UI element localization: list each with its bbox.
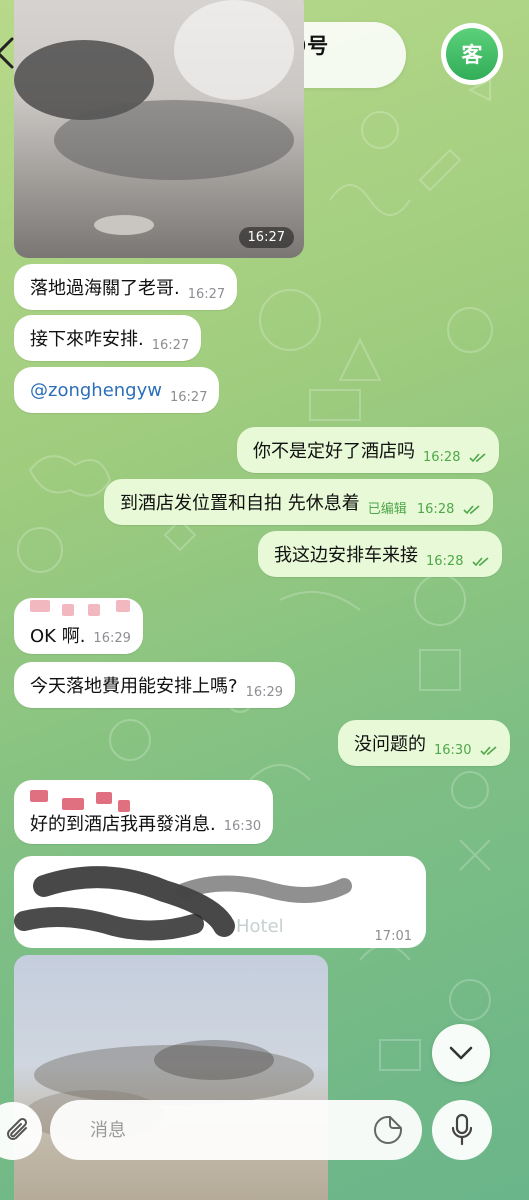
avatar-initial: 客 — [446, 28, 498, 80]
message-text: 接下來咋安排. — [30, 329, 144, 350]
photo-message[interactable] — [14, 955, 328, 1200]
double-check-icon — [469, 452, 486, 462]
message-text: 落地過海關了老哥. — [30, 278, 180, 299]
message-time: 16:27 — [151, 338, 190, 353]
message-input[interactable] — [90, 1118, 350, 1142]
message-time: 16:30 — [223, 819, 262, 834]
mic-icon — [451, 1113, 473, 1146]
message-incoming[interactable]: 今天落地費用能安排上嗎? 16:29 — [14, 662, 296, 708]
double-check-icon — [472, 556, 489, 566]
message-incoming[interactable]: 落地過海關了老哥. 16:27 — [14, 264, 238, 310]
message-time: 16:29 — [93, 631, 131, 646]
message-text: 好的到酒店我再發消息. — [30, 814, 216, 835]
message-text: Hotel — [236, 916, 284, 937]
message-text: 到酒店发位置和自拍 先休息着 — [120, 493, 360, 514]
message-time: 16:28 — [416, 502, 455, 517]
edited-label: 已编辑 — [367, 502, 407, 517]
message-time: 16:28 — [426, 554, 464, 569]
message-time: 17:01 — [374, 929, 412, 944]
photo-redaction — [14, 0, 294, 235]
group-avatar[interactable]: 客 — [441, 23, 503, 85]
message-incoming[interactable]: 接下來咋安排. 16:27 — [14, 315, 202, 361]
message-incoming[interactable]: @zonghengyw 16:27 — [14, 367, 220, 413]
chevron-down-icon — [449, 1046, 473, 1060]
scroll-to-bottom-button[interactable] — [432, 1024, 490, 1082]
message-incoming[interactable]: 好的到酒店我再發消息. 16:30 — [14, 780, 274, 844]
message-outgoing[interactable]: 没问题的 16:30 — [338, 720, 510, 766]
photo-redaction — [24, 1040, 314, 1140]
message-outgoing[interactable]: 我这边安排车来接 16:28 — [258, 531, 502, 577]
message-text: 你不是定好了酒店吗 — [253, 441, 415, 462]
photo-message[interactable]: 16:27 — [14, 0, 304, 258]
message-redaction — [14, 866, 352, 941]
message-text: 没问题的 — [354, 734, 426, 755]
mention-link[interactable]: @zonghengyw — [30, 380, 162, 401]
message-time: 16:27 — [170, 390, 208, 405]
message-outgoing[interactable]: 到酒店发位置和自拍 先休息着 已编辑 16:28 — [104, 479, 493, 525]
message-time: 16:28 — [423, 450, 461, 465]
voice-message-button[interactable] — [432, 1100, 492, 1160]
message-time: 16:30 — [434, 743, 472, 758]
attach-icon — [7, 1117, 28, 1140]
double-check-icon — [462, 504, 480, 514]
location-message[interactable]: Hotel 17:01 — [14, 856, 426, 948]
message-text: 我这边安排车来接 — [274, 545, 418, 566]
photo-time: 16:27 — [238, 227, 294, 248]
double-check-icon — [480, 745, 497, 755]
message-text: 今天落地費用能安排上嗎? — [30, 676, 238, 697]
message-outgoing[interactable]: 你不是定好了酒店吗 16:28 — [237, 427, 499, 473]
sticker-icon[interactable] — [372, 1114, 404, 1146]
message-time: 16:27 — [187, 287, 226, 302]
message-text: OK 啊. — [30, 626, 86, 647]
message-input-bar[interactable] — [50, 1100, 422, 1160]
message-time: 16:29 — [245, 685, 284, 700]
